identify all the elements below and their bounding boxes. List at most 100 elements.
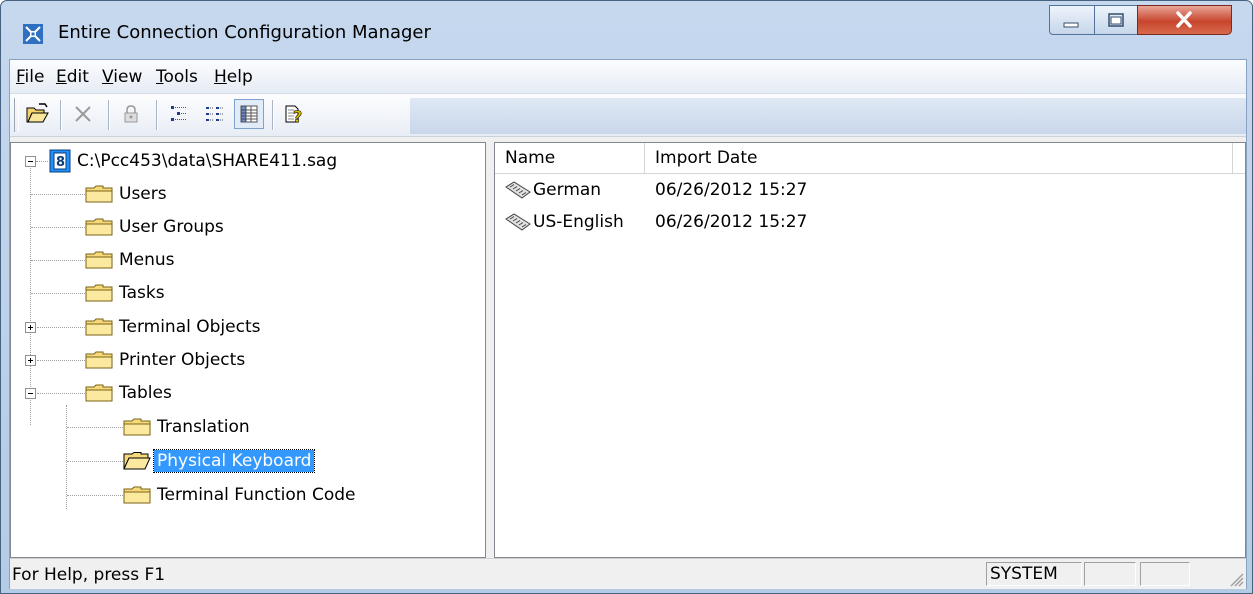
menu-file[interactable]: File <box>16 66 44 88</box>
row-import-date: 06/26/2012 15:27 <box>655 212 808 232</box>
column-header-label: Import Date <box>655 148 758 168</box>
menu-file-label: ile <box>24 67 45 87</box>
open-folder-icon <box>123 452 151 470</box>
title-bar[interactable]: Entire Connection Configuration Manager <box>1 1 1252 59</box>
help-button[interactable]: ? <box>280 99 310 129</box>
open-button[interactable] <box>22 99 52 129</box>
list-view[interactable]: Name Import Date German 06/26/2012 15:27… <box>494 142 1246 558</box>
tree-item-user-groups[interactable]: User Groups <box>85 212 224 242</box>
minimize-icon <box>1063 22 1079 28</box>
menu-tools-label: ools <box>163 67 198 87</box>
menu-bar: File Edit View Tools Help <box>10 60 1246 94</box>
window-title: Entire Connection Configuration Manager <box>58 22 431 43</box>
folder-icon <box>85 351 113 369</box>
tree-line <box>67 495 123 497</box>
tree-view-icon <box>171 106 186 121</box>
close-icon <box>1176 11 1192 28</box>
tree-item-users[interactable]: Users <box>85 179 167 209</box>
status-bar: For Help, press F1 SYSTEM <box>10 558 1246 589</box>
details-view-icon <box>240 105 258 123</box>
tree-root-label: C:\Pcc453\data\SHARE411.sag <box>77 151 338 171</box>
tree-item-label: Tasks <box>119 283 165 303</box>
delete-button[interactable] <box>68 99 98 129</box>
tree-item-terminal-objects[interactable]: Terminal Objects <box>85 312 260 342</box>
status-panel-label: SYSTEM <box>990 564 1058 584</box>
menu-view[interactable]: View <box>102 66 142 88</box>
details-view-button[interactable] <box>234 99 264 129</box>
toolbar-separator <box>272 100 274 130</box>
menu-view-label: iew <box>113 67 143 87</box>
tree-item-label: Printer Objects <box>119 350 246 370</box>
tree-item-label: Translation <box>157 417 250 437</box>
minimize-button[interactable] <box>1049 5 1095 35</box>
tree-line <box>31 260 85 262</box>
toolbar: ? <box>10 94 1246 137</box>
tree-line <box>31 194 85 196</box>
keyboard-icon <box>505 181 531 199</box>
help-icon: ? <box>285 105 303 126</box>
menu-edit[interactable]: Edit <box>56 66 89 88</box>
tree-item-label: Terminal Function Code <box>157 485 356 505</box>
folder-icon <box>123 486 151 504</box>
tree-item-label: User Groups <box>119 217 224 237</box>
maximize-button[interactable] <box>1094 5 1138 35</box>
app-icon <box>23 24 43 44</box>
lock-button[interactable] <box>116 99 146 129</box>
column-header-label: Name <box>505 148 556 168</box>
tree-item-translation[interactable]: Translation <box>123 412 250 442</box>
tree-line <box>30 165 32 425</box>
close-button[interactable] <box>1137 5 1232 35</box>
folder-icon <box>85 218 113 236</box>
tree-line <box>67 461 123 463</box>
tree-item-menus[interactable]: Menus <box>85 245 175 275</box>
menu-file-accel: F <box>16 67 25 87</box>
svg-text:8: 8 <box>56 155 65 170</box>
row-import-date: 06/26/2012 15:27 <box>655 180 808 200</box>
tree-line <box>66 405 68 509</box>
tree-item-label: Users <box>119 184 167 204</box>
collapse-tables-toggle[interactable] <box>25 388 36 399</box>
menu-tools[interactable]: Tools <box>156 66 198 88</box>
collapse-root-toggle[interactable] <box>25 156 36 167</box>
expand-printer-objects-toggle[interactable] <box>25 355 36 366</box>
tree-line <box>37 393 85 395</box>
expand-terminal-objects-toggle[interactable] <box>25 322 36 333</box>
tree-line <box>37 327 85 329</box>
toolbar-separator <box>60 100 62 130</box>
svg-text:?: ? <box>293 107 302 126</box>
tree-root-node[interactable]: 8 C:\Pcc453\data\SHARE411.sag <box>49 146 337 176</box>
row-name: US-English <box>533 212 624 232</box>
tree-view-button[interactable] <box>164 99 194 129</box>
list-header: Name Import Date <box>495 143 1245 174</box>
tree-item-tables[interactable]: Tables <box>85 378 172 408</box>
pane-splitter[interactable] <box>486 142 494 558</box>
row-name: German <box>533 180 602 200</box>
menu-help-accel: H <box>214 67 227 87</box>
menu-tools-accel: T <box>156 67 164 87</box>
menu-help-label: elp <box>226 67 253 87</box>
folder-icon <box>85 284 113 302</box>
folder-icon <box>85 185 113 203</box>
resize-grip-icon[interactable] <box>1226 569 1244 587</box>
menu-edit-accel: E <box>56 67 67 87</box>
tree-item-label: Menus <box>119 250 175 270</box>
delete-icon <box>75 106 91 122</box>
tree-line <box>36 161 48 163</box>
open-folder-icon <box>26 103 49 123</box>
menu-view-accel: V <box>102 67 114 87</box>
menu-help[interactable]: Help <box>214 66 253 88</box>
tree-view[interactable]: 8 C:\Pcc453\data\SHARE411.sag Users User… <box>10 142 486 558</box>
tree-item-physical-keyboard[interactable]: Physical Keyboard <box>123 446 316 476</box>
tree-item-printer-objects[interactable]: Printer Objects <box>85 345 245 375</box>
folder-icon <box>123 418 151 436</box>
tree-item-terminal-function-code[interactable]: Terminal Function Code <box>123 480 355 510</box>
status-panel <box>1084 562 1136 586</box>
column-header-import-date[interactable]: Import Date <box>645 143 1233 173</box>
list-view-button[interactable] <box>200 99 230 129</box>
tree-line <box>31 293 85 295</box>
column-header-name[interactable]: Name <box>495 143 645 173</box>
tree-item-tasks[interactable]: Tasks <box>85 278 165 308</box>
menu-edit-label: dit <box>66 67 89 87</box>
toolbar-grip[interactable] <box>14 98 19 132</box>
list-view-icon <box>206 107 224 121</box>
